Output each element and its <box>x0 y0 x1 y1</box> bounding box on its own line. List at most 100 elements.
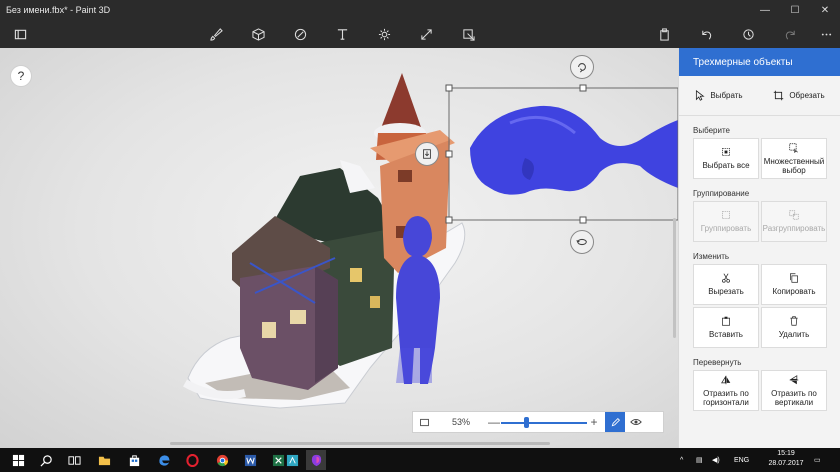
opera-icon[interactable] <box>182 450 202 470</box>
horizontal-scrollbar[interactable] <box>170 442 550 445</box>
3d-objects-icon[interactable] <box>248 24 268 44</box>
canvas-area[interactable]: ? 53% — + <box>0 48 678 448</box>
paste-button[interactable]: Вставить <box>693 307 759 348</box>
zoom-bar: 53% — + <box>412 411 664 433</box>
select-all-icon <box>722 148 730 156</box>
clipboard-icon <box>722 316 730 326</box>
brushes-icon[interactable] <box>206 24 226 44</box>
crop-icon <box>774 90 784 101</box>
section-edit-title: Изменить <box>693 252 730 261</box>
flip-horizontal-label: Отразить по горизонтали <box>703 388 749 407</box>
window <box>262 322 276 338</box>
selection-handle <box>579 216 587 224</box>
app-icon[interactable] <box>282 450 302 470</box>
section-flip-title: Перевернуть <box>693 358 742 367</box>
delete-button[interactable]: Удалить <box>761 307 827 348</box>
trash-icon <box>790 316 798 326</box>
select-all-label: Выбрать все <box>702 161 750 170</box>
window-light <box>370 296 380 308</box>
task-view-icon[interactable] <box>64 450 84 470</box>
zoom-slider-thumb[interactable] <box>524 417 529 428</box>
flip-vertical-button[interactable]: Отразить по вертикали <box>761 370 827 411</box>
crop-label: Обрезать <box>789 91 825 100</box>
clock-date: 28.07.2017 <box>768 460 804 467</box>
group-button[interactable]: Группировать <box>693 201 759 242</box>
rotate-x-handle[interactable] <box>570 55 594 79</box>
undo-icon[interactable] <box>696 24 716 44</box>
volume-icon[interactable]: ◀) <box>712 448 720 472</box>
title-bar: Без имени.fbx* - Paint 3D — ☐ ✕ <box>0 0 840 20</box>
copy-label: Копировать <box>772 287 816 296</box>
maximize-button[interactable]: ☐ <box>780 0 810 20</box>
cursor-icon <box>696 90 705 101</box>
vertical-scrollbar[interactable] <box>673 218 676 338</box>
select-all-button[interactable]: Выбрать все <box>693 138 759 179</box>
stickers-icon[interactable] <box>290 24 310 44</box>
text-icon[interactable] <box>332 24 352 44</box>
edit-pen-icon[interactable] <box>605 412 625 432</box>
tray-arrow-icon[interactable]: ^ <box>680 448 683 472</box>
zoom-in-button[interactable]: + <box>587 415 601 429</box>
notifications-icon[interactable]: ▭ <box>814 448 821 472</box>
edge-icon[interactable] <box>154 450 174 470</box>
select-button[interactable]: Выбрать <box>694 90 743 101</box>
chrome-icon[interactable] <box>212 450 232 470</box>
view-eye-icon[interactable] <box>625 412 647 432</box>
history-icon[interactable] <box>738 24 758 44</box>
close-button[interactable]: ✕ <box>810 0 840 20</box>
file-explorer-icon[interactable] <box>94 450 114 470</box>
paste-icon[interactable] <box>654 24 674 44</box>
section-choose-title: Выберите <box>693 126 730 135</box>
multi-select-label: Множественный выбор <box>763 156 825 175</box>
language-indicator[interactable]: ENG <box>734 448 749 472</box>
window-title: Без имени.fbx* - Paint 3D <box>6 5 111 15</box>
minimize-button[interactable]: — <box>750 0 780 20</box>
multi-select-button[interactable]: Множественный выбор <box>761 138 827 179</box>
multi-select-icon <box>789 142 798 153</box>
flip-horizontal-button[interactable]: Отразить по горизонтали <box>693 370 759 411</box>
selection-handle <box>445 216 453 224</box>
ungroup-icon <box>789 210 799 220</box>
rotate-z-handle[interactable] <box>570 230 594 254</box>
menu-folder-icon[interactable] <box>10 24 30 44</box>
crop-button[interactable]: Обрезать <box>773 90 825 101</box>
panel-top-actions: Выбрать Обрезать <box>679 76 840 116</box>
zoom-slider[interactable] <box>501 412 587 432</box>
redo-icon[interactable] <box>780 24 800 44</box>
more-icon[interactable] <box>816 24 836 44</box>
paste-label: Вставить <box>709 330 743 339</box>
cut-label: Вырезать <box>708 287 744 296</box>
group-label: Группировать <box>700 224 752 233</box>
fish-model <box>470 105 678 195</box>
store-icon[interactable] <box>124 450 144 470</box>
canvas-icon[interactable] <box>416 24 436 44</box>
zoom-out-button[interactable]: — <box>487 415 501 429</box>
window <box>290 310 306 324</box>
fit-to-view-icon[interactable] <box>413 412 435 432</box>
start-icon[interactable] <box>8 450 28 470</box>
taskbar: ^ ▤ ◀) ENG 15:19 28.07.2017 ▭ <box>0 448 840 472</box>
flip-horizontal-icon <box>721 375 731 384</box>
copy-icon <box>790 273 798 283</box>
group-icon <box>722 211 730 219</box>
delete-label: Удалить <box>778 330 810 339</box>
search-icon[interactable] <box>36 450 56 470</box>
remix3d-icon[interactable] <box>458 24 478 44</box>
select-label: Выбрать <box>710 91 743 100</box>
cut-button[interactable]: Вырезать <box>693 264 759 305</box>
word-icon[interactable] <box>240 450 260 470</box>
side-panel: Трехмерные объекты Выбрать Обрезать Выбе… <box>678 48 840 448</box>
selection-handle <box>445 150 453 158</box>
selection-handle <box>445 84 453 92</box>
ungroup-button[interactable]: Разгруппировать <box>761 201 827 242</box>
effects-icon[interactable] <box>374 24 394 44</box>
window-light <box>350 268 362 282</box>
clock[interactable]: 15:19 28.07.2017 <box>764 449 808 469</box>
paint3d-icon[interactable] <box>306 450 326 470</box>
network-icon[interactable]: ▤ <box>696 448 703 472</box>
ungroup-label: Разгруппировать <box>762 224 826 233</box>
section-group-title: Группирование <box>693 189 750 198</box>
copy-button[interactable]: Копировать <box>761 264 827 305</box>
depth-handle[interactable] <box>415 142 439 166</box>
flip-vertical-icon <box>789 374 799 384</box>
